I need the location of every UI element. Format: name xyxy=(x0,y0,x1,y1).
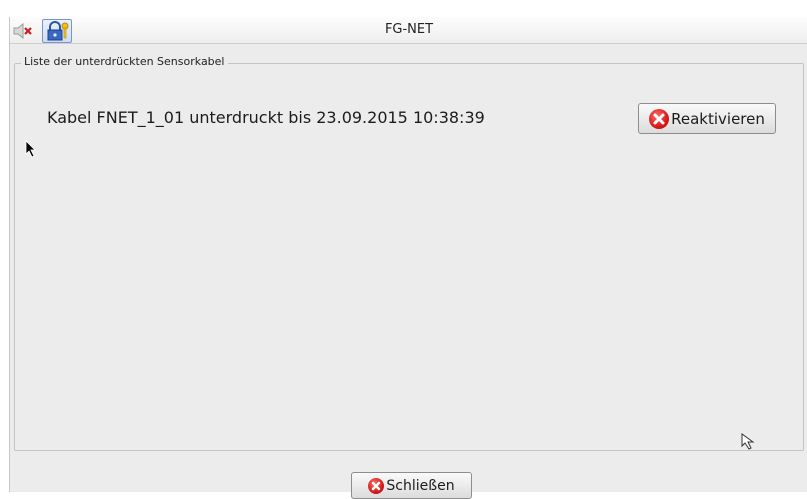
group-label: Liste der unterdrückten Sensorkabel xyxy=(21,55,228,68)
close-label: Schließen xyxy=(386,477,455,494)
cable-entry-text: Kabel FNET_1_01 unterdruckt bis 23.09.20… xyxy=(47,108,485,127)
suppressed-cables-group: Liste der unterdrückten Sensorkabel Kabe… xyxy=(14,55,804,451)
mouse-cursor-outline-icon xyxy=(741,433,755,450)
error-x-icon xyxy=(649,108,670,129)
reactivate-button[interactable]: Reaktivieren xyxy=(638,103,776,134)
reactivate-label: Reaktivieren xyxy=(671,109,765,128)
error-x-icon xyxy=(368,477,385,494)
window-title: FG-NET xyxy=(384,22,434,37)
dialog-window: FG-NET Liste der unterdrückten Sensorkab… xyxy=(9,17,807,499)
mouse-cursor-icon xyxy=(25,140,36,158)
close-button[interactable]: Schließen xyxy=(351,472,472,499)
title-bar: FG-NET xyxy=(10,17,807,44)
